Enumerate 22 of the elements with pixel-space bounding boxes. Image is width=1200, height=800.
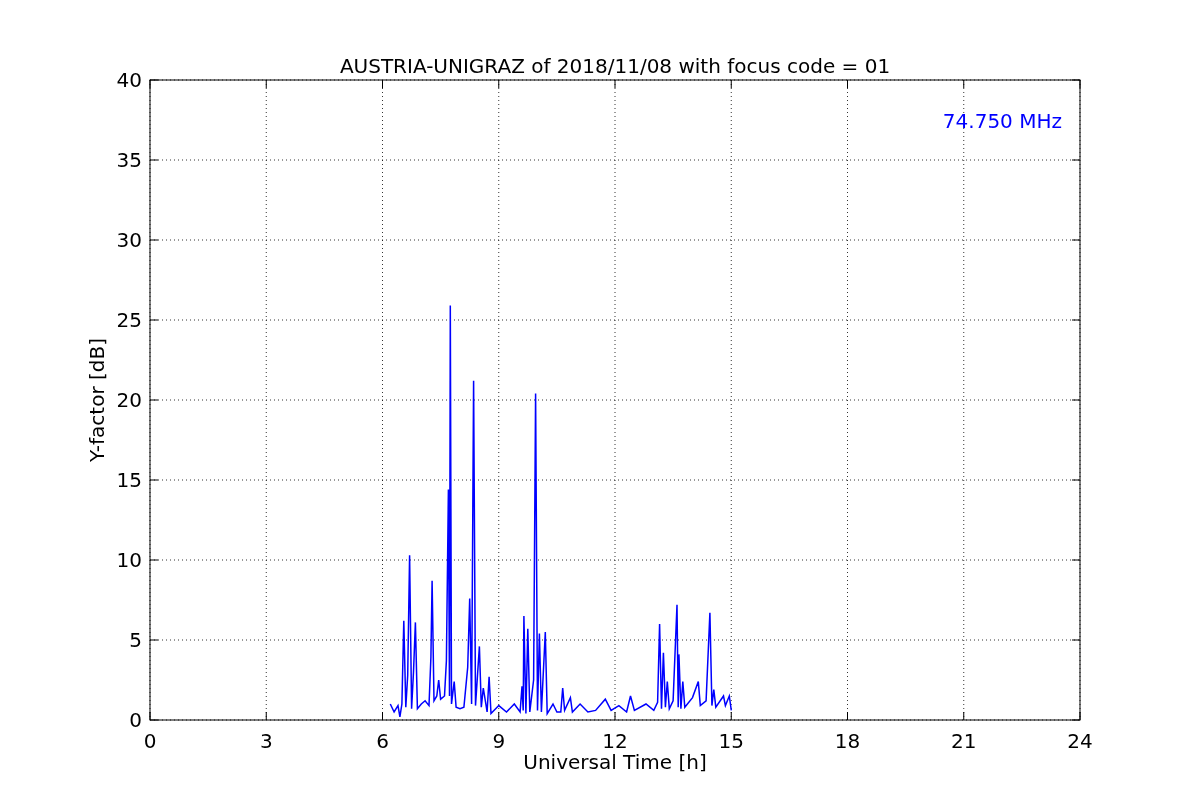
x-tick-label: 12	[602, 729, 628, 753]
chart-title: AUSTRIA-UNIGRAZ of 2018/11/08 with focus code = 01	[339, 54, 891, 78]
y-tick-label: 20	[116, 388, 142, 412]
y-axis-label: Y-factor [dB]	[85, 338, 109, 462]
y-tick-label: 10	[116, 548, 142, 572]
y-tick-label: 40	[116, 68, 142, 92]
y-tick-label: 25	[116, 308, 142, 332]
x-axis-label: Universal Time [h]	[523, 750, 707, 774]
x-tick-label: 21	[951, 729, 977, 753]
x-tick-label: 24	[1067, 729, 1093, 753]
y-tick-label: 5	[129, 628, 142, 652]
x-tick-label: 3	[259, 729, 273, 753]
y-tick-label: 30	[116, 228, 142, 252]
x-tick-label: 6	[376, 729, 389, 753]
x-tick-label: 18	[834, 729, 861, 753]
y-tick-label: 0	[129, 708, 142, 732]
x-tick-label: 15	[718, 729, 744, 753]
x-tick-label: 0	[143, 729, 157, 753]
y-tick-label: 35	[116, 148, 142, 172]
x-tick-label: 9	[492, 729, 506, 753]
series-label: 74.750 MHz	[942, 109, 1062, 133]
y-tick-label: 15	[116, 468, 142, 492]
